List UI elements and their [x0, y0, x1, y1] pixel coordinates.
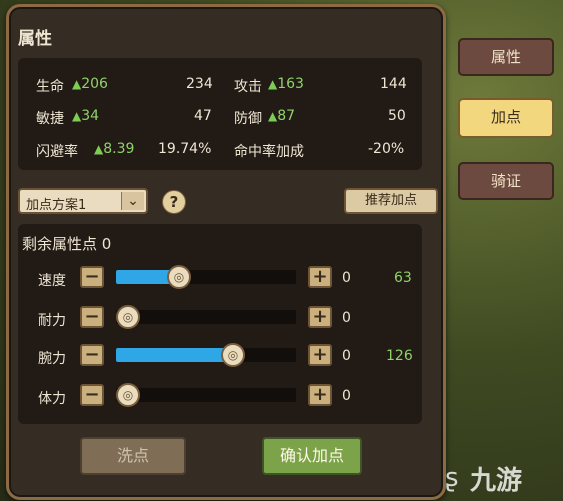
stat-value: 19.74%	[158, 141, 212, 157]
plus-button[interactable]: +	[308, 266, 332, 288]
vitality-slider[interactable]: ◎	[116, 383, 296, 407]
strength-slider[interactable]: ◎	[116, 343, 296, 367]
minus-button[interactable]: −	[80, 266, 104, 288]
stat-label: 生命	[36, 79, 64, 95]
plan-selected-label: 加点方案1	[26, 198, 87, 213]
stat-bonus: ▲206	[72, 76, 108, 92]
stat-bonus: ▲8.39	[94, 141, 135, 157]
speed-slider[interactable]: ◎	[116, 265, 296, 289]
tab-add-points[interactable]: 加点	[458, 98, 554, 138]
stamina-slider[interactable]: ◎	[116, 305, 296, 329]
stat-label: 敏捷	[36, 111, 64, 127]
up-arrow-icon: ▲	[268, 109, 278, 123]
stat-bonus: ▲87	[268, 108, 296, 124]
panel-title: 属性	[18, 29, 52, 49]
chevron-down-icon[interactable]: ⌄	[121, 192, 144, 210]
stat-bonus: ▲163	[268, 76, 304, 92]
stat-total: 63	[394, 270, 412, 286]
slider-knob[interactable]: ◎	[116, 305, 140, 329]
plan-dropdown[interactable]: 加点方案1 ⌄	[18, 188, 148, 214]
stat-value: 234	[186, 76, 213, 92]
added-points: 0	[342, 270, 351, 286]
slider-fill	[116, 348, 233, 362]
plus-button[interactable]: +	[308, 384, 332, 406]
remaining-points: 剩余属性点 0	[22, 235, 112, 253]
tab-attributes[interactable]: 属性	[458, 38, 554, 76]
help-button[interactable]: ?	[162, 190, 186, 214]
strength-label: 腕力	[38, 351, 66, 367]
plus-button[interactable]: +	[308, 344, 332, 366]
vitality-label: 体力	[38, 391, 66, 407]
added-points: 0	[342, 310, 351, 326]
stat-label: 命中率加成	[234, 144, 304, 160]
watermark-logo-icon: ʂ	[445, 463, 459, 493]
tab-mount[interactable]: 骑证	[458, 162, 554, 200]
recommend-button[interactable]: 推荐加点	[344, 188, 438, 214]
watermark: 九游	[470, 466, 523, 496]
added-points: 0	[342, 348, 351, 364]
up-arrow-icon: ▲	[72, 109, 82, 123]
minus-button[interactable]: −	[80, 306, 104, 328]
confirm-points-button[interactable]: 确认加点	[262, 437, 362, 475]
slider-knob[interactable]: ◎	[221, 343, 245, 367]
minus-button[interactable]: −	[80, 384, 104, 406]
stat-value: 144	[380, 76, 407, 92]
stat-label: 攻击	[234, 79, 262, 95]
up-arrow-icon: ▲	[94, 142, 104, 156]
up-arrow-icon: ▲	[72, 77, 82, 91]
speed-label: 速度	[38, 273, 66, 289]
stat-value: 50	[388, 108, 406, 124]
added-points: 0	[342, 388, 351, 404]
stamina-label: 耐力	[38, 313, 66, 329]
slider-knob[interactable]: ◎	[167, 265, 191, 289]
stat-total: 126	[386, 348, 413, 364]
stat-value: 47	[194, 108, 212, 124]
reset-points-button[interactable]: 洗点	[80, 437, 186, 475]
stat-bonus: ▲34	[72, 108, 100, 124]
slider-knob[interactable]: ◎	[116, 383, 140, 407]
stat-label: 闪避率	[36, 144, 78, 160]
stat-label: 防御	[234, 111, 262, 127]
up-arrow-icon: ▲	[268, 77, 278, 91]
minus-button[interactable]: −	[80, 344, 104, 366]
stat-value: -20%	[368, 141, 405, 157]
plus-button[interactable]: +	[308, 306, 332, 328]
